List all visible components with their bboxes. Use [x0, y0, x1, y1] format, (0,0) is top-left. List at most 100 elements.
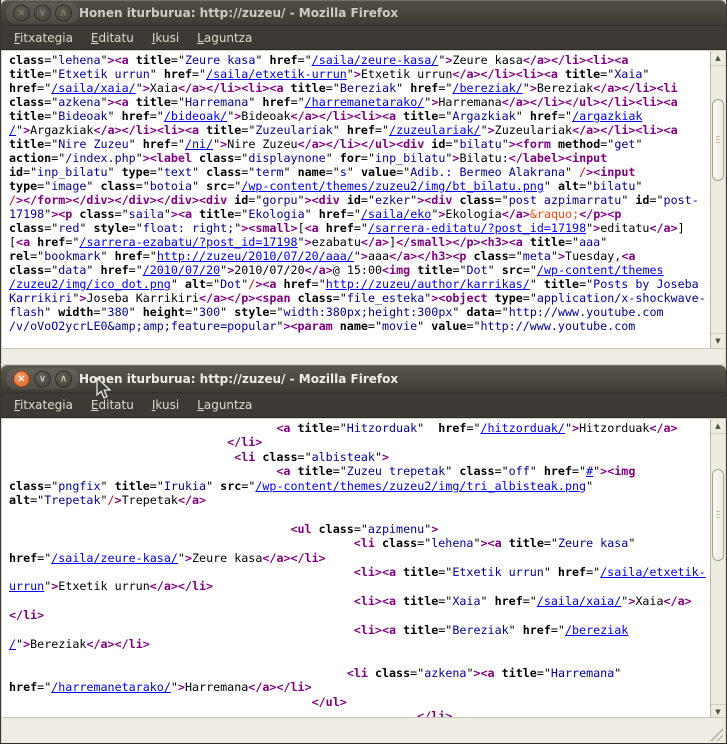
source-token [368, 666, 375, 680]
source-token: " [298, 193, 305, 207]
close-button[interactable]: × [13, 371, 30, 388]
source-token: /index.php [65, 151, 135, 165]
titlebar[interactable]: × ∨ ∧ Honen iturburua: http://zuzeu/ - M… [1, 365, 726, 393]
source-link[interactable]: /ni/ [185, 137, 213, 151]
source-link[interactable]: /saila/xaia/ [51, 81, 135, 95]
titlebar[interactable]: × ∨ ∧ Honen iturburua: http://zuzeu/ - M… [1, 0, 726, 26]
source-token: <a [305, 221, 319, 235]
menu-ikusi[interactable]: Ikusi [143, 28, 188, 48]
source-link[interactable]: urrun [9, 579, 44, 593]
source-link[interactable]: /saila/etxetik- [600, 565, 706, 579]
source-token: value [361, 165, 396, 179]
source-link[interactable]: /bereziak [565, 623, 628, 637]
source-token: application/x-shockwave- [537, 291, 706, 305]
menu-laguntza[interactable]: Laguntza [188, 28, 261, 48]
source-token: href [523, 623, 551, 637]
minimize-button[interactable]: ∨ [34, 5, 51, 22]
menu-editatu[interactable]: Editatu [82, 395, 143, 415]
menu-ikusi[interactable]: Ikusi [143, 395, 188, 415]
source-link[interactable]: /hitzorduak/ [481, 421, 565, 435]
source-link[interactable]: /2010/07/20 [143, 263, 220, 277]
source-token: editatu [600, 221, 649, 235]
source-token: ><div [305, 193, 340, 207]
source-token: =" [150, 165, 164, 179]
source-token: " [192, 179, 206, 193]
source-token: class [459, 193, 494, 207]
source-token: href [347, 123, 375, 137]
source-link[interactable]: /saila/zeure-kasa/ [312, 53, 439, 67]
source-token: style [234, 305, 269, 319]
source-link[interactable]: /sarrera-editatu/?post_id=17198 [368, 221, 586, 235]
resize-grip[interactable] [708, 726, 723, 741]
scroll-up-icon[interactable]: ▲ [711, 419, 725, 434]
source-link[interactable]: http://zuzeu/author/karrikas/ [326, 277, 530, 291]
window-buttons: × ∨ ∧ [6, 369, 79, 390]
source-link[interactable]: /sarrera-ezabatu/?post_id=17198 [79, 235, 297, 249]
source-link[interactable]: /harremanetarako/ [305, 95, 425, 109]
source-token: class [9, 221, 44, 235]
minimize-button[interactable]: ∨ [34, 371, 51, 388]
source-link[interactable]: /bereziak/ [452, 81, 522, 95]
menu-laguntza[interactable]: Laguntza [188, 395, 261, 415]
scrollbar-thumb[interactable] [712, 99, 724, 181]
source-token: </a></li> [248, 680, 311, 694]
menubar: FitxategiaEditatuIkusiLaguntza [1, 393, 726, 418]
source-token: =" [51, 151, 65, 165]
source-token: > [572, 421, 579, 435]
source-token: title [544, 277, 579, 291]
menu-fitxategia[interactable]: Fitxategia [5, 28, 82, 48]
scrollbar-thumb[interactable] [712, 469, 724, 561]
source-token: aaa [579, 235, 600, 249]
source-token: " [284, 165, 298, 179]
source-token: [ [298, 221, 305, 235]
source-link[interactable]: /saila/zeure-kasa/ [51, 551, 178, 565]
source-token: 300 [199, 305, 220, 319]
source-token: Bereziak [340, 81, 396, 95]
source-link[interactable]: / [9, 123, 16, 137]
source-token: href [326, 221, 354, 235]
maximize-button[interactable]: ∧ [55, 5, 72, 22]
source-line: urrun">Etxetik urrun</a></li> [9, 579, 707, 593]
source-token: style [93, 221, 128, 235]
source-link[interactable]: /zuzeu2/img/ico_dot.png [9, 277, 171, 291]
source-link[interactable]: /zuzeulariak/ [389, 123, 480, 137]
source-token: =" [445, 137, 459, 151]
source-link[interactable]: /wp-content/themes [537, 263, 664, 277]
source-token: Trepetak [44, 493, 100, 507]
source-link[interactable]: http://zuzeu/2010/07/20/aaa/ [157, 249, 354, 263]
source-token: Tuesday, [565, 249, 621, 263]
source-link[interactable]: /wp-content/themes/zuzeu2/img/bt_bilatu.… [241, 179, 544, 193]
source-token: =" [438, 81, 452, 95]
source-link[interactable]: /wp-content/themes/zuzeu2/img/tri_albist… [255, 479, 586, 493]
scroll-down-icon[interactable]: ▼ [711, 333, 725, 348]
source-token: =" [495, 193, 509, 207]
source-token: </small></p><h3><a [396, 235, 523, 249]
source-link[interactable]: / [9, 637, 16, 651]
source-link[interactable]: /saila/eko [361, 207, 431, 221]
menu-editatu[interactable]: Editatu [82, 28, 143, 48]
source-link[interactable]: /harremanetarako/ [51, 680, 171, 694]
source-link[interactable]: /argazkiak [572, 109, 642, 123]
source-link[interactable]: /saila/etxetik-urrun [206, 67, 347, 81]
source-token: <a [16, 235, 30, 249]
source-token: movie [382, 319, 417, 333]
vertical-scrollbar[interactable]: ▲ ▼ [710, 419, 725, 719]
source-token: " [171, 680, 178, 694]
source-token: alt [558, 179, 579, 193]
source-token: ><a [171, 207, 192, 221]
source-token: <a [621, 249, 635, 263]
source-line: class="data" href="/2010/07/20">2010/07/… [9, 263, 707, 277]
vertical-scrollbar[interactable]: ▲ ▼ [710, 51, 725, 348]
source-token: =" [649, 193, 663, 207]
source-token: Xaia [452, 594, 480, 608]
scroll-up-icon[interactable]: ▲ [711, 51, 725, 66]
source-token: " [565, 421, 572, 435]
source-token: =" [361, 193, 375, 207]
maximize-button[interactable]: ∧ [55, 371, 72, 388]
close-button[interactable]: × [13, 5, 30, 22]
source-link[interactable]: /saila/xaia/ [537, 594, 621, 608]
source-link[interactable]: /bideoak/ [164, 109, 227, 123]
source-token: =" [312, 277, 326, 291]
menu-fitxategia[interactable]: Fitxategia [5, 395, 82, 415]
source-token: =" [44, 263, 58, 277]
